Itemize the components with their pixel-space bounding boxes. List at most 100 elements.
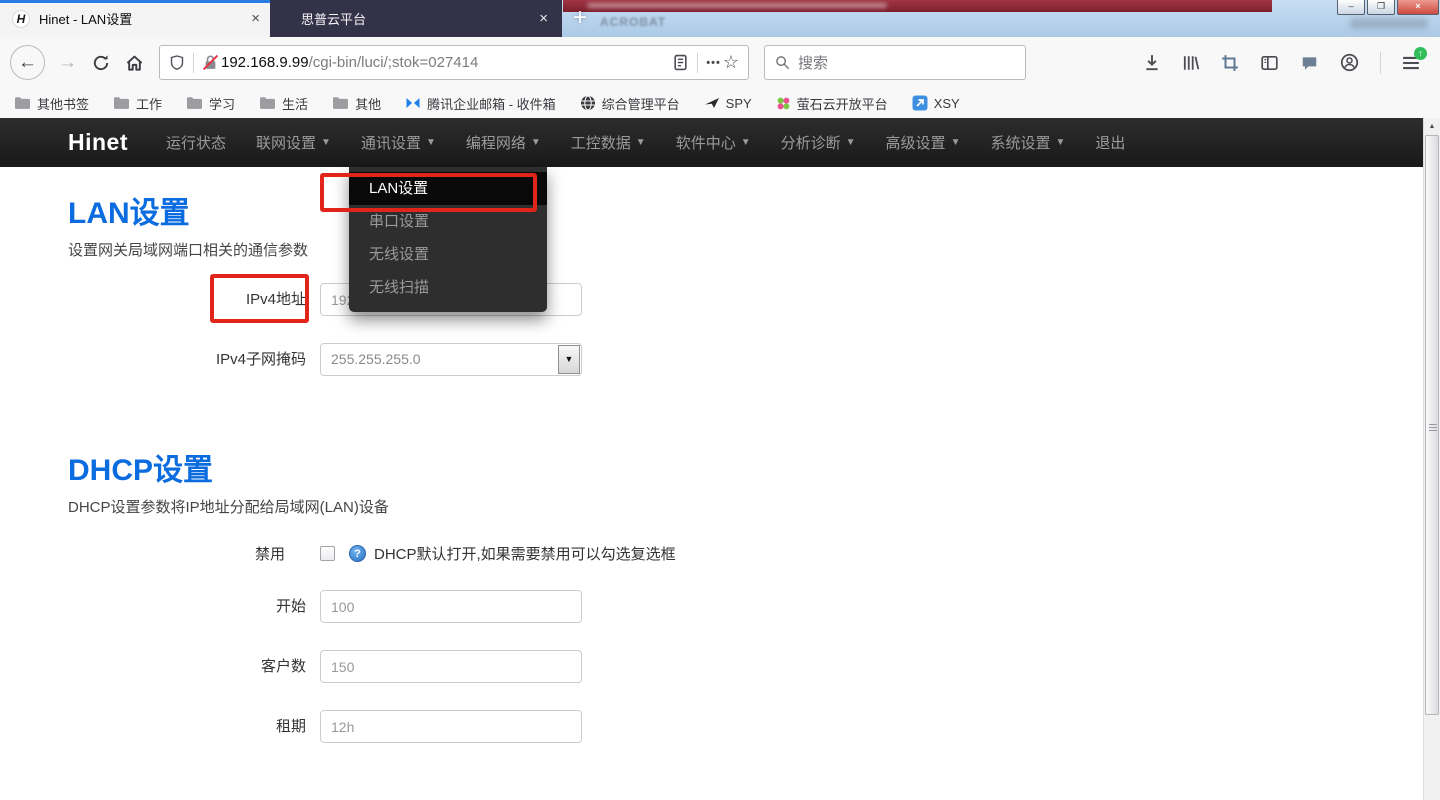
ezviz-flower-icon: [776, 96, 791, 111]
back-button[interactable]: ←: [10, 45, 45, 80]
dropdown-item-wireless-scan[interactable]: 无线扫描: [349, 271, 547, 304]
tracking-shield-icon[interactable]: [169, 54, 185, 71]
bookmark-admin-platform[interactable]: 综合管理平台: [580, 94, 680, 113]
sidebar-button[interactable]: [1260, 54, 1279, 72]
dhcp-clients-label: 客户数: [68, 650, 306, 683]
bookmark-folder-work[interactable]: 工作: [113, 94, 162, 113]
search-placeholder: 搜索: [798, 52, 828, 73]
help-icon: ?: [349, 545, 366, 562]
bookmark-label: 萤石云开放平台: [797, 94, 888, 113]
dhcp-start-label: 开始: [68, 590, 306, 623]
tab-close-icon[interactable]: ×: [251, 11, 260, 26]
hinet-favicon-icon: H: [12, 10, 30, 28]
url-path: /cgi-bin/luci/;stok=027414: [309, 54, 479, 71]
nav-item-prog-network[interactable]: 编程网络▼: [466, 132, 541, 153]
tencent-mail-icon: [405, 96, 421, 110]
downloads-button[interactable]: [1143, 54, 1161, 72]
annotation-rect-lan-item: [320, 173, 537, 212]
nav-item-network-settings[interactable]: 联网设置▼: [256, 132, 331, 153]
bookmark-star-icon[interactable]: ☆: [723, 52, 739, 73]
tab-sipu-cloud[interactable]: 思普云平台 ×: [270, 0, 562, 37]
nav-item-industrial-data[interactable]: 工控数据▼: [571, 132, 646, 153]
home-button[interactable]: [125, 53, 144, 72]
bookmark-label: XSY: [934, 96, 960, 111]
bookmark-label: 其他: [355, 94, 381, 113]
bookmark-label: 其他书签: [37, 94, 89, 113]
bookmark-tencent-mail[interactable]: 腾讯企业邮箱 - 收件箱: [405, 94, 556, 113]
bookmark-ezviz[interactable]: 萤石云开放平台: [776, 94, 888, 113]
dhcp-lease-label: 租期: [68, 710, 306, 743]
screenshot-button[interactable]: [1221, 54, 1239, 72]
bg-window-minimize-button[interactable]: –: [1337, 0, 1365, 15]
new-tab-button[interactable]: +: [567, 4, 593, 32]
reader-mode-icon[interactable]: [672, 54, 689, 71]
search-bar[interactable]: 搜索: [764, 45, 1026, 80]
bookmark-label: 工作: [136, 94, 162, 113]
dhcp-disable-checkbox[interactable]: [320, 546, 335, 561]
nav-item-software-center[interactable]: 软件中心▼: [676, 132, 751, 153]
bookmark-label: 生活: [282, 94, 308, 113]
bookmark-folder-misc[interactable]: 其他: [332, 94, 381, 113]
screen: ACROBAT – ❐ × H Hinet - LAN设置 × 思普云平台 × …: [0, 0, 1440, 800]
nav-label: 分析诊断: [781, 132, 841, 153]
chevron-down-icon: ▼: [741, 137, 751, 148]
dhcp-clients-input[interactable]: [320, 650, 582, 683]
dhcp-lease-input[interactable]: [320, 710, 582, 743]
forward-button[interactable]: →: [58, 52, 77, 74]
chevron-down-icon: ▼: [846, 137, 856, 148]
brand-logo[interactable]: Hinet: [68, 129, 128, 156]
dhcp-start-input[interactable]: [320, 590, 582, 623]
url-text[interactable]: 192.168.9.99/cgi-bin/luci/;stok=027414: [221, 54, 672, 71]
nav-item-logout[interactable]: 退出: [1095, 132, 1125, 153]
bookmark-label: 学习: [209, 94, 235, 113]
bookmark-folder-study[interactable]: 学习: [186, 94, 235, 113]
page-actions-icon[interactable]: •••: [706, 57, 721, 69]
folder-icon: [186, 96, 203, 110]
url-bar[interactable]: 192.168.9.99/cgi-bin/luci/;stok=027414 •…: [159, 45, 749, 80]
nav-label: 系统设置: [990, 132, 1050, 153]
tab-hinet[interactable]: H Hinet - LAN设置 ×: [0, 0, 270, 37]
bg-window-close-button[interactable]: ×: [1397, 0, 1439, 15]
menu-button[interactable]: ↑: [1402, 55, 1420, 71]
active-tab-accent-line: [0, 0, 270, 3]
folder-icon: [113, 96, 130, 110]
bookmark-xsy[interactable]: XSY: [912, 95, 960, 111]
nav-label: 运行状态: [166, 132, 226, 153]
library-button[interactable]: [1182, 54, 1200, 72]
select-dropdown-button[interactable]: ▼: [558, 345, 580, 374]
account-button[interactable]: [1340, 53, 1359, 72]
bookmark-label: 腾讯企业邮箱 - 收件箱: [427, 94, 556, 113]
reload-button[interactable]: [92, 54, 110, 72]
folder-icon: [259, 96, 276, 110]
insecure-lock-icon[interactable]: [202, 54, 219, 71]
nav-item-advanced-settings[interactable]: 高级设置▼: [886, 132, 961, 153]
bookmark-folder-life[interactable]: 生活: [259, 94, 308, 113]
tab-close-icon[interactable]: ×: [539, 11, 548, 26]
ipv4-netmask-select[interactable]: 255.255.255.0 ▼: [320, 343, 582, 376]
lan-section-title: LAN设置: [68, 188, 190, 232]
ipv4-netmask-label: IPv4子网掩码: [68, 343, 306, 376]
background-window-titlebar: [563, 0, 1272, 12]
nav-item-system-settings[interactable]: 系统设置▼: [990, 132, 1065, 153]
scrollbar-thumb[interactable]: [1425, 135, 1439, 715]
home-icon: [125, 53, 144, 72]
nav-item-run-status[interactable]: 运行状态: [166, 132, 226, 153]
globe-icon: [580, 95, 596, 111]
nav-item-analysis-diagnosis[interactable]: 分析诊断 ▼: [781, 132, 856, 153]
divider: [193, 53, 194, 73]
nav-label: 联网设置: [256, 132, 316, 153]
bg-window-maximize-button[interactable]: ❐: [1367, 0, 1395, 15]
account-person-icon: [1340, 53, 1359, 72]
update-badge-icon: ↑: [1414, 47, 1427, 60]
scrollbar-track[interactable]: ▲: [1423, 118, 1440, 800]
divider: [1380, 52, 1381, 74]
bookmark-folder-other-bookmarks[interactable]: 其他书签: [14, 94, 89, 113]
background-window-blur-text: [1350, 18, 1428, 29]
scrollbar-up-arrow-icon[interactable]: ▲: [1424, 118, 1440, 135]
bookmark-spy[interactable]: SPY: [704, 95, 752, 111]
feedback-button[interactable]: [1300, 54, 1319, 72]
dropdown-item-wireless[interactable]: 无线设置: [349, 238, 547, 271]
nav-item-comm-settings[interactable]: 通讯设置▼: [361, 132, 436, 153]
netmask-value: 255.255.255.0: [331, 351, 421, 367]
sidebar-icon: [1260, 54, 1279, 72]
